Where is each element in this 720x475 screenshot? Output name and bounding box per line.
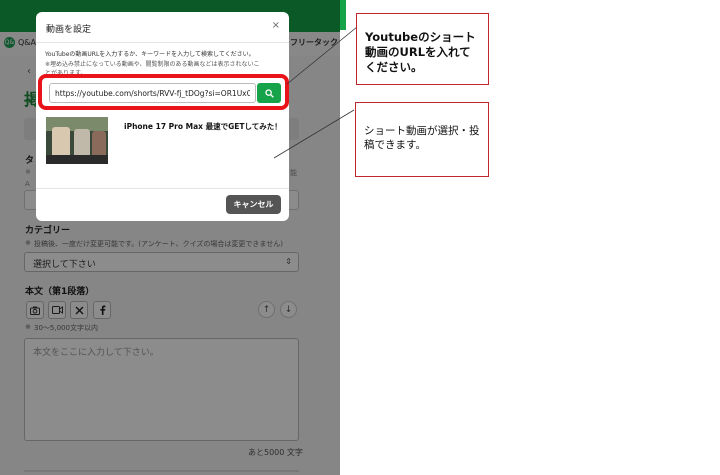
search-button[interactable] [257, 83, 281, 103]
modal-warning-text: ※埋め込み禁止になっている動画や、閲覧制限のある動画などは表示されないこ [45, 61, 260, 68]
modal-divider [36, 42, 289, 43]
close-icon[interactable]: × [272, 20, 280, 31]
video-thumbnail[interactable] [46, 117, 108, 164]
video-settings-modal: 動画を設定 × YouTubeの動画URLを入力するか、キーワードを入力して検索… [36, 12, 289, 221]
modal-title: 動画を設定 [46, 25, 92, 35]
video-title[interactable]: iPhone 17 Pro Max 最速でGETしてみた！ [124, 121, 282, 132]
url-input-highlight [38, 74, 289, 110]
modal-help-text: YouTubeの動画URLを入力するか、キーワードを入力して検索してください。 [45, 51, 255, 58]
search-icon [264, 88, 274, 98]
video-url-input[interactable] [49, 83, 256, 103]
annotation-shorts-note: ショート動画が選択・投稿できます。 [355, 102, 489, 177]
modal-footer-divider [36, 188, 289, 189]
cancel-button[interactable]: キャンセル [226, 195, 281, 214]
annotation-url-instruction: Youtubeのショート動画のURLを入れてください。 [356, 13, 489, 85]
video-search-result[interactable]: iPhone 17 Pro Max 最速でGETしてみた！ [46, 117, 282, 172]
header-edge [340, 0, 346, 30]
